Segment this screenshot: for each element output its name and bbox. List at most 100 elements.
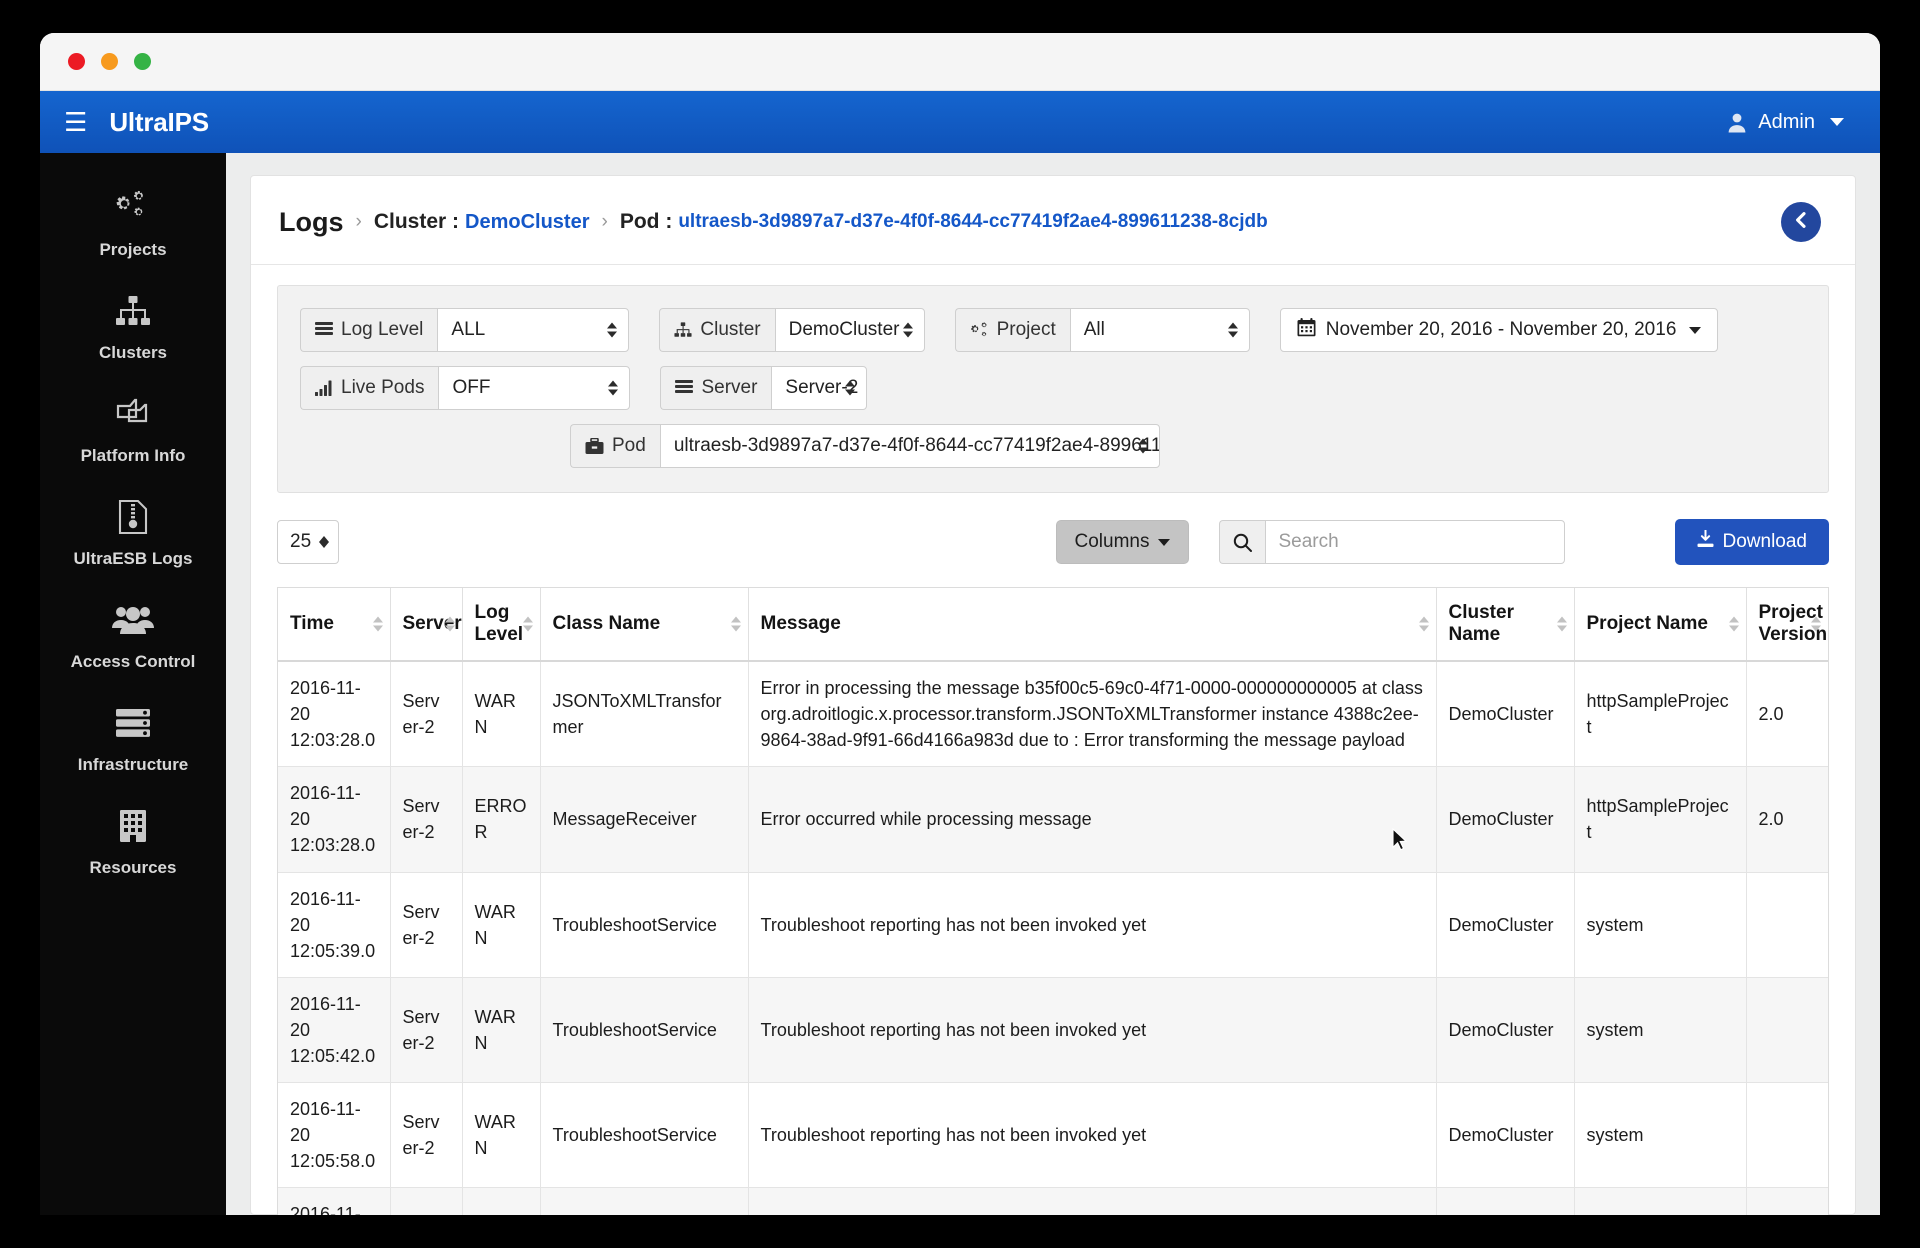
project-select[interactable]: All xyxy=(1069,308,1250,352)
chevron-left-icon xyxy=(1792,211,1810,234)
cell-server: Server-2 xyxy=(390,766,463,873)
page-size-value: 25 xyxy=(290,531,312,552)
breadcrumb-pod-label: Pod : xyxy=(619,210,673,233)
table-row[interactable]: 2016-11-20 12:03:28.0 Server-2 ERROR Messag… xyxy=(278,766,1828,873)
cluster-value: DemoCluster xyxy=(788,319,900,340)
column-header-label: Log Level xyxy=(474,602,524,645)
logs-table-body: 2016-11-20 12:03:28.0 Server-2 WARN JSONToX… xyxy=(278,661,1828,1215)
server-label: Server xyxy=(660,366,772,410)
table-toolbar: 25 Columns Search Download xyxy=(277,519,1829,565)
download-icon xyxy=(1697,529,1714,554)
sort-icon[interactable] xyxy=(1811,616,1821,632)
sidebar-item-access-control[interactable]: Access Control xyxy=(40,585,226,688)
cell-project-version xyxy=(1746,977,1828,1084)
table-row[interactable]: 2016-11-20 12:05:42.0 Server-2 WARN Trouble… xyxy=(278,977,1828,1084)
cell-message: Error occurred while processing message xyxy=(748,766,1437,873)
pod-select[interactable]: ultraesb-3d9897a7-d37e-4f0f-8644-cc77419… xyxy=(659,424,1160,468)
cell-time: 2016-11-20 12:05:42.0 xyxy=(278,977,391,1084)
download-button-label: Download xyxy=(1722,531,1808,552)
column-header-time[interactable]: Time xyxy=(278,588,391,662)
cell-message: Troubleshoot reporting has not been invo… xyxy=(748,1082,1437,1189)
users-icon xyxy=(112,599,154,641)
cell-log-level: WARN xyxy=(462,1187,541,1215)
main-content: Logs › Cluster : DemoCluster › Pod : ult… xyxy=(226,153,1880,1215)
cluster-label-text: Cluster xyxy=(700,319,761,340)
sort-icon[interactable] xyxy=(1556,616,1567,632)
briefcase-icon xyxy=(585,437,604,455)
sidebar-item-platform-info[interactable]: Platform Info xyxy=(40,379,226,482)
live-pods-label: Live Pods xyxy=(300,366,439,410)
spinner-icon xyxy=(608,380,619,396)
breadcrumb-pod-link[interactable]: ultraesb-3d9897a7-d37e-4f0f-8644-cc77419… xyxy=(678,211,1267,233)
chevron-down-icon xyxy=(1830,118,1844,126)
filter-row-2: Live Pods OFF Server Server-2 xyxy=(300,366,1806,410)
cell-time: 2016-11-20 12:05:59.0 xyxy=(278,1187,391,1215)
column-header-log-level[interactable]: Log Level xyxy=(462,588,541,662)
sidebar-item-label: Clusters xyxy=(98,343,168,362)
search-input[interactable] xyxy=(1264,520,1565,564)
server-select[interactable]: Server-2 xyxy=(771,366,868,410)
column-header-message[interactable]: Message xyxy=(748,588,1437,662)
table-row[interactable]: 2016-11-20 12:05:39.0 Server-2 WARN Trouble… xyxy=(278,872,1828,978)
spinner-icon xyxy=(845,380,856,396)
live-pods-value: OFF xyxy=(452,377,491,398)
page-size-select[interactable]: 25 xyxy=(277,520,339,564)
table-row[interactable]: 2016-11-20 12:05:59.0Server-2WARNTrouble… xyxy=(278,1187,1828,1215)
cell-log-level: WARN xyxy=(462,661,541,768)
project-filter: Project All xyxy=(954,308,1250,352)
building-icon xyxy=(117,805,149,847)
column-header-server[interactable]: Server xyxy=(390,588,463,662)
table-row[interactable]: 2016-11-20 12:03:28.0 Server-2 WARN JSONToX… xyxy=(278,661,1828,768)
column-header-cluster-name[interactable]: Cluster Name xyxy=(1436,588,1575,662)
back-button[interactable] xyxy=(1781,202,1821,242)
sort-icon[interactable] xyxy=(522,616,533,632)
column-header-project-name[interactable]: Project Name xyxy=(1574,588,1747,662)
pod-filter: Pod ultraesb-3d9897a7-d37e-4f0f-8644-cc7… xyxy=(570,424,1160,468)
project-value: All xyxy=(1083,319,1105,340)
sidebar-item-ultraesb-logs[interactable]: UltraESB Logs xyxy=(40,482,226,585)
cell-time: 2016-11-20 12:05:58.0 xyxy=(278,1082,391,1189)
log-level-select[interactable]: ALL xyxy=(437,308,630,352)
column-header-class-name[interactable]: Class Name xyxy=(540,588,749,662)
table-row[interactable]: 2016-11-20 12:05:58.0 Server-2 WARN Trouble… xyxy=(278,1082,1828,1189)
live-pods-filter: Live Pods OFF xyxy=(300,366,631,410)
cluster-select[interactable]: DemoCluster xyxy=(774,308,925,352)
sort-icon[interactable] xyxy=(444,616,455,632)
live-pods-select[interactable]: OFF xyxy=(438,366,631,410)
filter-row-3: Pod ultraesb-3d9897a7-d37e-4f0f-8644-cc7… xyxy=(300,424,1806,468)
cell-message: Error in processing the message b35f00c5… xyxy=(748,661,1437,768)
breadcrumb-separator: › xyxy=(601,211,608,232)
cell-cluster-name: DemoCluster xyxy=(1436,766,1575,873)
list-icon xyxy=(315,322,333,338)
cell-time: 2016-11-20 12:05:39.0 xyxy=(278,872,391,978)
cell-message: Troubleshoot reporting has not been invo… xyxy=(748,872,1437,978)
sidebar-item-clusters[interactable]: Clusters xyxy=(40,276,226,379)
gears-icon xyxy=(970,321,989,339)
breadcrumb: Logs › Cluster : DemoCluster › Pod : ult… xyxy=(251,176,1855,265)
download-button[interactable]: Download xyxy=(1674,519,1829,565)
sidebar-item-projects[interactable]: Projects xyxy=(40,173,226,276)
logs-table-header-row: Time Server Log Level Class Name Message… xyxy=(278,588,1828,662)
sidebar-item-resources[interactable]: Resources xyxy=(40,791,226,894)
cell-server: Server-2 xyxy=(390,872,463,978)
columns-button[interactable]: Columns xyxy=(1055,520,1189,564)
cell-project-version: 2.0 xyxy=(1746,766,1828,873)
column-header-label: Time xyxy=(290,613,335,634)
sort-icon[interactable] xyxy=(1728,616,1739,632)
sort-icon[interactable] xyxy=(1418,616,1429,632)
column-header-project-version[interactable]: Project Version xyxy=(1746,588,1828,662)
project-label: Project xyxy=(954,308,1070,352)
window-close-button[interactable] xyxy=(68,53,85,70)
sort-icon[interactable] xyxy=(730,616,741,632)
sidebar-item-infrastructure[interactable]: Infrastructure xyxy=(40,688,226,791)
window-minimize-button[interactable] xyxy=(101,53,118,70)
cell-project-name: system xyxy=(1574,1082,1747,1189)
window-maximize-button[interactable] xyxy=(134,53,151,70)
cell-cluster-name: DemoCluster xyxy=(1436,1187,1575,1215)
sort-icon[interactable] xyxy=(372,616,383,632)
logs-table-head: Time Server Log Level Class Name Message… xyxy=(278,588,1828,662)
date-range-picker[interactable]: November 20, 2016 - November 20, 2016 xyxy=(1279,308,1719,352)
breadcrumb-cluster-link[interactable]: DemoCluster xyxy=(465,211,589,234)
hamburger-icon[interactable]: ☰ xyxy=(64,109,87,135)
user-menu[interactable]: Admin xyxy=(1727,111,1844,134)
